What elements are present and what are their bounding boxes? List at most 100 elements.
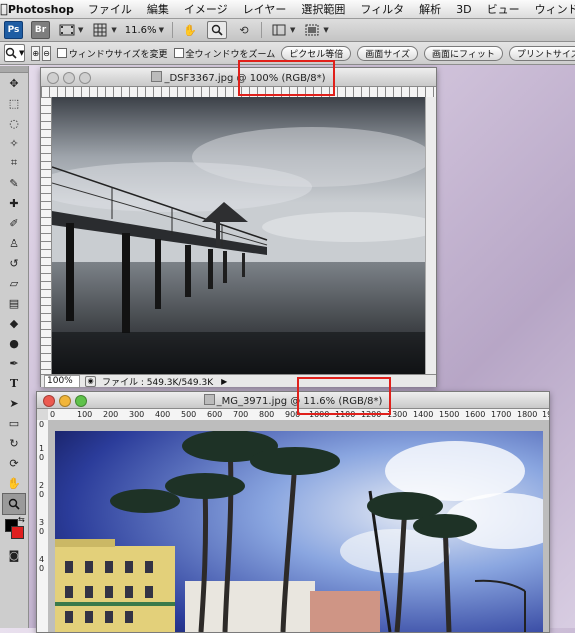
healing-brush-icon[interactable]: ✚ [0, 193, 28, 213]
tools-panel: ✥ ⬚ ◌ ✧ ⌗ ✎ ✚ ✐ ♙ ↺ ▱ ▤ ◆ ● ✒ T ➤ ▭ ↻ ⟳ … [0, 66, 29, 628]
eraser-icon[interactable]: ▱ [0, 273, 28, 293]
fit-screen-button[interactable]: 画面サイズ [357, 45, 419, 61]
chevron-down-icon[interactable]: ▼ [323, 26, 328, 34]
ruler-label: 200 [103, 410, 119, 419]
hand-icon[interactable]: ✋ [181, 22, 199, 38]
document-canvas[interactable] [55, 431, 543, 632]
status-arrow-icon[interactable]: ▶ [221, 377, 227, 386]
ruler-label: 1800 [517, 410, 538, 419]
clone-stamp-icon[interactable]: ♙ [0, 233, 28, 253]
menu-filter[interactable]: フィルタ [360, 1, 404, 17]
ruler-label: 0 [39, 420, 45, 429]
menu-select[interactable]: 選択範囲 [301, 1, 345, 17]
zoom-all-windows-label: 全ウィンドウをズーム [185, 49, 276, 60]
quick-mask-icon[interactable]: ◙ [0, 545, 28, 565]
chevron-down-icon[interactable]: ▼ [290, 26, 295, 34]
chevron-down-icon[interactable]: ▼ [159, 26, 164, 34]
menu-view[interactable]: ビュー [487, 1, 520, 17]
menu-layer[interactable]: レイヤー [243, 1, 287, 17]
pier-photo [52, 97, 425, 374]
bridge-button[interactable]: Br [31, 21, 50, 39]
ruler-label: 0 [39, 527, 45, 536]
file-size-info: ファイル : 549.3K/549.3K [102, 377, 214, 388]
chevron-down-icon: ▼ [19, 49, 25, 57]
zoom-highlight-box-2 [297, 377, 391, 415]
panel-grip[interactable] [0, 66, 28, 73]
3d-rotate-icon[interactable]: ↻ [0, 433, 28, 453]
history-brush-icon[interactable]: ↺ [0, 253, 28, 273]
move-icon[interactable]: ✥ [0, 73, 28, 93]
brush-icon[interactable]: ✐ [0, 213, 28, 233]
menu-window[interactable]: ウィンドウ [535, 1, 575, 17]
document-icon [203, 394, 215, 405]
zoom-level[interactable]: 11.6% [125, 25, 157, 36]
type-icon[interactable]: T [0, 373, 28, 393]
ruler-label: 2 [39, 481, 45, 490]
zoom-icon[interactable] [206, 21, 227, 39]
menu-3d[interactable]: 3D [456, 3, 471, 16]
marquee-icon[interactable]: ⬚ [0, 93, 28, 113]
document-window-1: _DSF3367.jpg @ 100% (RGB/8*) 100% ◉ ファイル… [40, 67, 437, 388]
ruler-label: 700 [233, 410, 249, 419]
blur-icon[interactable]: ◆ [0, 313, 28, 333]
ruler-label: 0 [39, 453, 45, 462]
rotate-view-icon[interactable]: ⟲ [235, 22, 253, 38]
dodge-icon[interactable]: ● [0, 333, 28, 353]
fill-screen-button[interactable]: 画面にフィット [424, 45, 503, 61]
ruler-label: 100 [77, 410, 93, 419]
ruler-label: 600 [207, 410, 223, 419]
zoom-out-button[interactable]: ⊖ [42, 45, 51, 61]
ruler-label: 300 [129, 410, 145, 419]
print-size-button[interactable]: プリントサイズ [508, 45, 575, 61]
arrange-icon[interactable] [270, 22, 288, 38]
resize-windows-checkbox[interactable]: ウィンドウサイズを変更 [56, 47, 168, 60]
document-window-2: _MG_3971.jpg @ 11.6% (RGB/8*) 0 100 200 … [36, 391, 550, 633]
ruler-label: 1600 [465, 410, 486, 419]
application-bar: Ps Br ▼ ▼ 11.6% ▼ ✋ ⟲ ▼ ▼ [0, 19, 575, 42]
apple-menu-icon[interactable]:  [0, 2, 8, 17]
menu-edit[interactable]: 編集 [147, 1, 169, 17]
hand-icon[interactable]: ✋ [0, 473, 28, 493]
zoom-in-button[interactable]: ⊕ [31, 45, 41, 61]
zoom-field[interactable]: 100% [44, 374, 80, 388]
tool-preset-picker[interactable]: ▼ [4, 44, 26, 62]
magic-wand-icon[interactable]: ✧ [0, 133, 28, 153]
lasso-icon[interactable]: ◌ [0, 113, 28, 133]
vertical-scrollbar[interactable] [425, 97, 436, 374]
ruler-label: 0 [50, 410, 56, 419]
zoom-icon[interactable] [2, 493, 26, 515]
3d-orbit-icon[interactable]: ⟳ [0, 453, 28, 473]
zoom-highlight-box-1 [238, 60, 335, 96]
document-titlebar[interactable]: _MG_3971.jpg @ 11.6% (RGB/8*) [37, 392, 549, 409]
document-canvas[interactable] [52, 97, 425, 374]
screen-mode-icon[interactable] [303, 22, 321, 38]
path-select-icon[interactable]: ➤ [0, 393, 28, 413]
swap-colors-icon[interactable]: ⇆ [18, 515, 25, 524]
menu-app-name[interactable]: Photoshop [8, 3, 74, 16]
chevron-down-icon[interactable]: ▼ [111, 26, 116, 34]
resize-windows-label: ウィンドウサイズを変更 [68, 49, 168, 60]
checkbox-box[interactable] [56, 48, 67, 58]
color-swatches: ⇆ [0, 515, 28, 545]
status-menu-icon[interactable]: ◉ [85, 375, 96, 387]
checkbox-box[interactable] [173, 48, 184, 58]
actual-pixels-button[interactable]: ピクセル等倍 [281, 45, 352, 61]
vertical-ruler[interactable] [41, 97, 52, 374]
gradient-icon[interactable]: ▤ [0, 293, 28, 313]
shape-icon[interactable]: ▭ [0, 413, 28, 433]
ruler-label: 0 [39, 490, 45, 499]
chevron-down-icon[interactable]: ▼ [78, 26, 83, 34]
background-color-swatch[interactable] [11, 526, 24, 539]
pen-icon[interactable]: ✒ [0, 353, 28, 373]
menu-file[interactable]: ファイル [88, 1, 132, 17]
zoom-all-windows-checkbox[interactable]: 全ウィンドウをズーム [173, 47, 276, 60]
eyedropper-icon[interactable]: ✎ [0, 173, 28, 193]
grid-icon[interactable] [91, 22, 109, 38]
menu-image[interactable]: イメージ [184, 1, 228, 17]
document-title: _MG_3971.jpg @ 11.6% (RGB/8*) [37, 394, 549, 407]
ruler-label: 3 [39, 518, 45, 527]
menu-analysis[interactable]: 解析 [419, 1, 441, 17]
crop-icon[interactable]: ⌗ [0, 153, 28, 173]
film-icon[interactable] [58, 22, 76, 38]
ruler-label: 1400 [413, 410, 434, 419]
